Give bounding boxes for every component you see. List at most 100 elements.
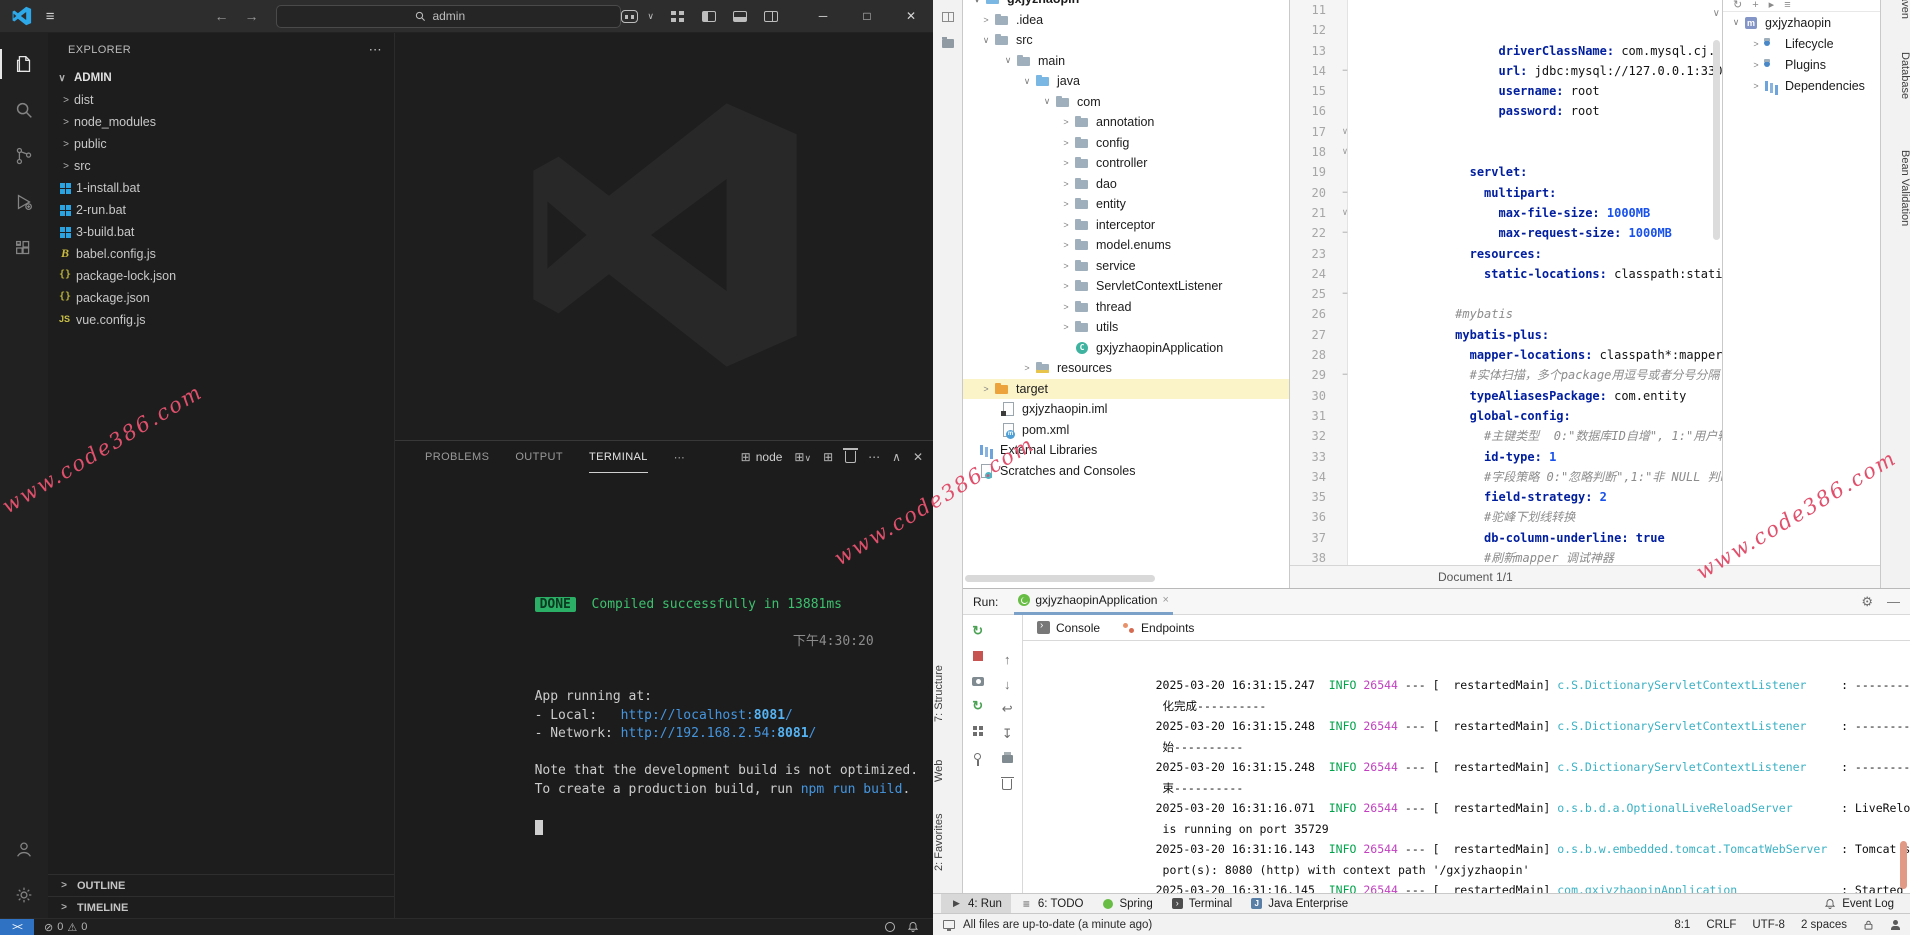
commander-tab-icon[interactable] (933, 4, 963, 30)
source-control-icon[interactable] (0, 133, 48, 179)
chevron-icon[interactable]: > (1058, 179, 1074, 189)
search-icon[interactable] (0, 87, 48, 133)
project-tree-item[interactable]: ∨ java (963, 71, 1289, 92)
file-tree-item[interactable]: > dist (48, 89, 394, 111)
chevron-icon[interactable]: ∨ (1039, 96, 1055, 107)
chevron-icon[interactable]: ∨ (978, 35, 994, 46)
fold-marker-icon[interactable] (1336, 548, 1354, 565)
copilot-icon[interactable] (621, 10, 638, 23)
panel-close-icon[interactable]: ✕ (913, 450, 923, 464)
menu-icon[interactable]: ≡ (46, 8, 55, 25)
file-tree-item[interactable]: vue.config.js (48, 309, 394, 331)
project-tree-item[interactable]: > annotation (963, 112, 1289, 133)
clear-console-trash-icon[interactable] (999, 776, 1015, 792)
project-tree-item[interactable]: > resources (963, 358, 1289, 379)
fold-marker-icon[interactable] (1336, 528, 1354, 548)
back-button[interactable]: ← (214, 8, 228, 24)
maven-toolbar-icon[interactable]: ≡ (1784, 0, 1790, 11)
chevron-icon[interactable]: > (1749, 60, 1763, 70)
project-tree-item[interactable]: ∨ gxjyzhaopin (963, 0, 1289, 10)
console-tab[interactable]: Endpoints (1122, 621, 1194, 635)
fold-marker-icon[interactable]: − (1336, 223, 1354, 243)
fold-marker-icon[interactable] (1336, 0, 1354, 20)
project-tree-item[interactable]: Scratches and Consoles (963, 461, 1289, 482)
file-tree-item[interactable]: 2-run.bat (48, 199, 394, 221)
fold-marker-icon[interactable] (1336, 101, 1354, 121)
project-tree-item[interactable]: gxjyzhaopin.iml (963, 399, 1289, 420)
editor-scrollbar[interactable] (1713, 40, 1720, 240)
rerun-icon[interactable]: ↻ (970, 623, 986, 639)
project-tree-item[interactable]: External Libraries (963, 440, 1289, 461)
chevron-icon[interactable]: > (1058, 199, 1074, 209)
ide-widget-icon[interactable] (1890, 920, 1900, 930)
problems-status[interactable]: ⊘0 ⚠0 (44, 921, 87, 934)
project-tree-item[interactable]: > utils (963, 317, 1289, 338)
file-tree-item[interactable]: 3-build.bat (48, 221, 394, 243)
project-tree-item[interactable]: > config (963, 133, 1289, 154)
database-tool-tab[interactable]: Database (1881, 52, 1910, 132)
file-tree-item[interactable]: > src (48, 155, 394, 177)
chevron-icon[interactable]: > (1749, 39, 1763, 49)
kill-terminal-icon[interactable] (845, 451, 856, 463)
project-tree-item[interactable]: pom.xml (963, 420, 1289, 441)
extensions-icon[interactable] (0, 225, 48, 271)
chevron-icon[interactable]: > (1749, 81, 1763, 91)
maven-toolbar-icon[interactable]: ↻ (1733, 0, 1742, 11)
fold-marker-icon[interactable] (1336, 20, 1354, 40)
tool-window-tab[interactable]: Spring (1092, 894, 1161, 914)
file-tree-item[interactable]: > public (48, 133, 394, 155)
tree-horizontal-scrollbar[interactable] (965, 575, 1155, 582)
window-maximize-button[interactable]: □ (845, 0, 889, 33)
toggle-sidebar-icon[interactable] (702, 11, 716, 22)
hide-panel-icon[interactable]: — (1887, 594, 1900, 609)
fold-marker-icon[interactable] (1336, 507, 1354, 527)
fold-marker-icon[interactable] (1336, 426, 1354, 446)
snapshot-camera-icon[interactable] (970, 673, 986, 689)
chevron-icon[interactable]: ∨ (1000, 55, 1016, 66)
file-tree-item[interactable]: package-lock.json (48, 265, 394, 287)
console-scrollbar[interactable] (1900, 841, 1907, 889)
chevron-icon[interactable]: > (1058, 322, 1074, 332)
project-tree-item[interactable]: > .idea (963, 10, 1289, 31)
pin-icon[interactable] (970, 748, 986, 764)
project-tree-item[interactable]: > controller (963, 153, 1289, 174)
panel-more-icon[interactable]: ⋯ (868, 450, 880, 464)
chevron-icon[interactable]: > (1058, 281, 1074, 291)
project-tab-icon[interactable] (933, 30, 963, 56)
file-tree-item[interactable]: 1-install.bat (48, 177, 394, 199)
fold-marker-icon[interactable] (1336, 406, 1354, 426)
fold-marker-icon[interactable] (1336, 304, 1354, 324)
print-icon[interactable] (999, 751, 1015, 767)
fold-marker-icon[interactable] (1336, 386, 1354, 406)
explorer-project-root[interactable]: ∨ ADMIN (48, 67, 394, 89)
sidebar-section-header[interactable]: > OUTLINE (48, 874, 394, 896)
editor-scroll-chevron-icon[interactable]: ∨ (1713, 8, 1720, 19)
notifications-bell-icon[interactable] (907, 921, 919, 933)
window-close-button[interactable]: ✕ (889, 0, 933, 33)
fold-marker-icon[interactable]: − (1336, 183, 1354, 203)
forward-button[interactable]: → (244, 8, 258, 24)
stop-icon[interactable] (970, 648, 986, 664)
file-tree-item[interactable]: babel.config.js (48, 243, 394, 265)
remote-indicator[interactable]: >< (0, 919, 34, 935)
structure-tool-tab[interactable]: 7: Structure (933, 648, 963, 740)
fold-marker-icon[interactable] (1336, 81, 1354, 101)
chevron-icon[interactable]: > (1058, 158, 1074, 168)
favorites-tool-tab[interactable]: 2: Favorites (933, 798, 963, 886)
fold-marker-icon[interactable] (1336, 467, 1354, 487)
project-tree-item[interactable]: > model.enums (963, 235, 1289, 256)
sidebar-section-header[interactable]: > TIMELINE (48, 896, 394, 918)
fold-marker-icon[interactable] (1336, 41, 1354, 61)
fold-marker-icon[interactable] (1336, 162, 1354, 182)
panel-tab[interactable]: TERMINAL (589, 441, 648, 473)
fold-marker-icon[interactable]: − (1336, 61, 1354, 81)
project-tree-item[interactable]: gxjyzhaopinApplication (963, 338, 1289, 359)
indent-setting[interactable]: 2 spaces (1801, 919, 1847, 931)
fold-marker-icon[interactable] (1336, 325, 1354, 345)
line-ending[interactable]: CRLF (1706, 919, 1736, 931)
file-tree-item[interactable]: package.json (48, 287, 394, 309)
settings-gear-icon[interactable] (0, 872, 48, 918)
maven-tree-item[interactable]: > Plugins (1723, 54, 1880, 75)
maven-tree-item[interactable]: > Lifecycle (1723, 33, 1880, 54)
project-tree-item[interactable]: > target (963, 379, 1289, 400)
